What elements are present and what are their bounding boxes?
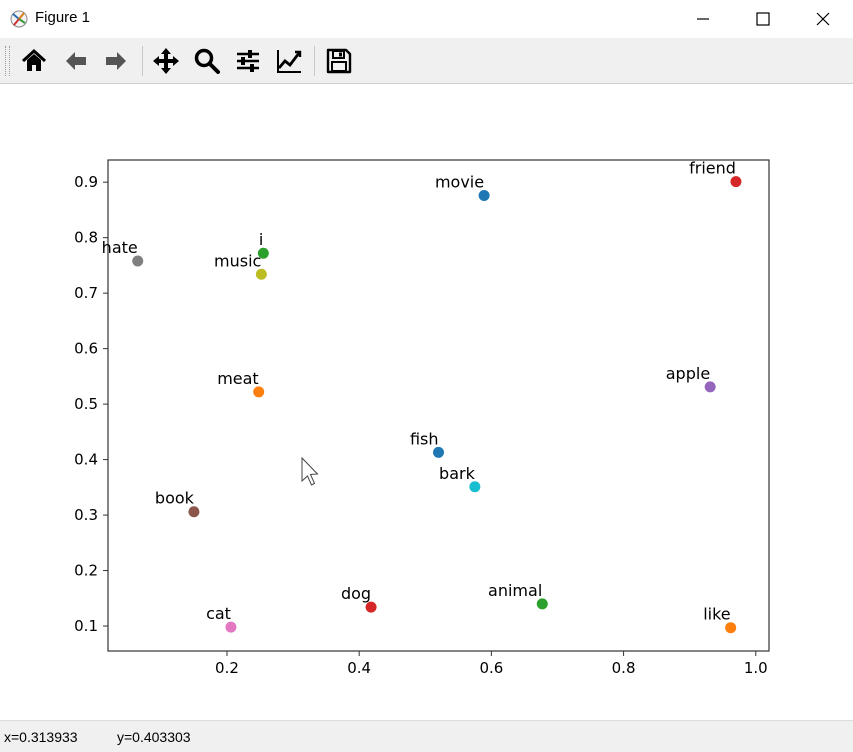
point-bark — [469, 481, 481, 493]
point-label-music: music — [214, 251, 261, 270]
point-meat — [253, 386, 265, 398]
point-label-meat: meat — [217, 369, 259, 388]
minimize-button[interactable] — [673, 0, 733, 38]
arrow-left-icon — [66, 52, 86, 70]
move-icon — [153, 48, 179, 74]
point-movie — [478, 190, 490, 202]
edit-axes-button[interactable] — [272, 44, 306, 78]
toolbar-separator — [142, 46, 143, 76]
maximize-icon — [756, 12, 770, 26]
y-tick-label: 0.1 — [74, 617, 98, 635]
window-title: Figure 1 — [35, 9, 91, 26]
point-label-friend: friend — [689, 159, 736, 178]
sliders-icon — [237, 50, 259, 72]
magnifier-icon — [194, 48, 220, 74]
y-tick-label: 0.5 — [74, 395, 98, 413]
window-titlebar: Figure 1 — [0, 0, 853, 38]
maximize-button[interactable] — [733, 0, 793, 38]
minimize-icon — [697, 18, 709, 20]
line-chart-icon — [277, 50, 302, 73]
point-friend — [730, 176, 742, 188]
scatter-plot[interactable]: 0.2 0.4 0.6 0.8 1.0 0.1 0.2 0.3 0.4 0.5 0.6 0.7 0.8… — [0, 84, 853, 720]
arrow-right-icon — [106, 52, 126, 70]
point-label-fish: fish — [410, 429, 439, 448]
y-tick-label: 0.6 — [74, 340, 98, 358]
subplots-button[interactable] — [231, 44, 265, 78]
toolbar-grip[interactable] — [5, 46, 10, 76]
y-tick-label: 0.2 — [74, 562, 98, 580]
point-fish — [433, 446, 444, 458]
point-label-hate: hate — [102, 238, 138, 257]
close-button[interactable] — [793, 0, 853, 38]
point-book — [188, 506, 200, 518]
point-dog — [365, 601, 377, 613]
toolbar-separator — [314, 46, 315, 76]
close-icon — [816, 12, 830, 26]
floppy-disk-icon — [326, 48, 352, 74]
point-label-book: book — [155, 489, 195, 508]
point-apple — [704, 381, 716, 393]
point-label-bark: bark — [439, 464, 476, 483]
pan-button[interactable] — [149, 44, 183, 78]
point-like — [725, 622, 737, 634]
cursor-y-readout: y=0.403303 — [117, 729, 191, 745]
y-tick-label: 0.8 — [74, 229, 98, 247]
point-music — [255, 268, 267, 280]
point-label-i: i — [259, 230, 263, 249]
point-label-dog: dog — [341, 584, 371, 603]
save-button[interactable] — [322, 44, 356, 78]
navigation-toolbar — [0, 38, 853, 84]
figure-canvas[interactable]: 0.2 0.4 0.6 0.8 1.0 0.1 0.2 0.3 0.4 0.5 0.6 0.7 0.8… — [0, 84, 853, 720]
forward-button[interactable] — [99, 44, 133, 78]
y-tick-label: 0.9 — [74, 173, 98, 191]
zoom-button[interactable] — [190, 44, 224, 78]
status-bar: x=0.313933 y=0.403303 — [0, 720, 853, 752]
back-button[interactable] — [59, 44, 93, 78]
x-tick-label: 0.8 — [612, 659, 636, 677]
point-animal — [536, 598, 548, 610]
plot-area — [107, 159, 770, 652]
x-tick-label: 0.6 — [479, 659, 503, 677]
point-label-like: like — [703, 605, 730, 624]
point-label-apple: apple — [666, 364, 710, 383]
point-label-cat: cat — [206, 604, 231, 623]
point-label-movie: movie — [435, 173, 484, 192]
x-tick-label: 1.0 — [744, 659, 768, 677]
point-hate — [132, 255, 144, 267]
point-cat — [225, 621, 237, 633]
y-tick-label: 0.7 — [74, 284, 98, 302]
x-tick-label: 0.4 — [347, 659, 371, 677]
home-button[interactable] — [17, 44, 51, 78]
x-tick-label: 0.2 — [215, 659, 239, 677]
point-label-animal: animal — [488, 581, 542, 600]
figure-app-icon — [9, 9, 29, 29]
y-tick-label: 0.3 — [74, 506, 98, 524]
home-icon — [21, 48, 47, 71]
x-axis: 0.2 0.4 0.6 0.8 1.0 — [215, 651, 768, 677]
cursor-x-readout: x=0.313933 — [4, 729, 78, 745]
y-tick-label: 0.4 — [74, 451, 98, 469]
